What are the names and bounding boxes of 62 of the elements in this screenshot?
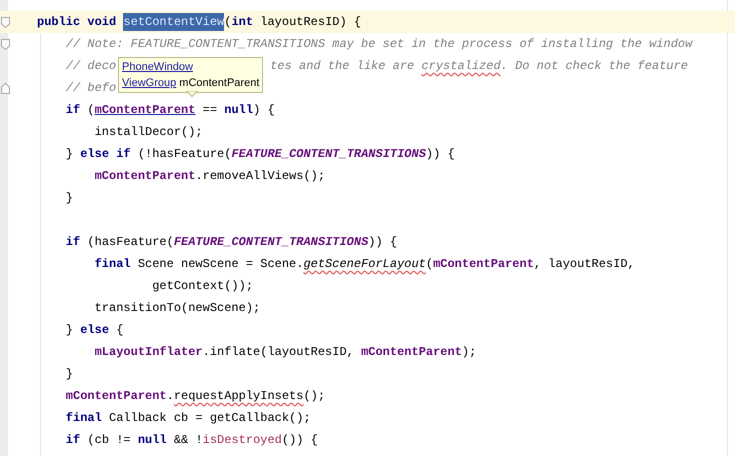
code-comment: // deco	[64, 58, 116, 75]
code-text: }	[64, 322, 74, 339]
tooltip-link[interactable]: PhoneWindow	[122, 59, 193, 75]
code-text: Scene newScene = Scene.	[136, 256, 304, 273]
code-text: ) {	[253, 102, 275, 119]
code-text: installDecor();	[94, 124, 203, 141]
code-keyword: else	[80, 322, 110, 339]
code-keyword: null	[138, 432, 167, 449]
code-keyword: if	[64, 234, 80, 251]
code-text: )) {	[368, 234, 398, 251]
code-text: }	[64, 366, 74, 383]
code-text: Callback cb = getCallback();	[108, 410, 311, 427]
code-text: }	[64, 190, 74, 207]
code-keyword: null	[224, 102, 254, 119]
code-text: (hasFeature(	[86, 234, 174, 251]
code-text: requestApplyInsets	[174, 388, 304, 405]
code-field: mLayoutInflater	[37, 343, 203, 361]
code-comment: // Note: FEATURE_CONTENT_TRANSITIONS may be set in the process of installing the window	[64, 36, 692, 53]
code-field: mContentParent	[433, 255, 534, 273]
code-text: layoutResID) {	[259, 14, 362, 31]
code-field: mContentParent	[37, 387, 167, 405]
code-constant: FEATURE_CONTENT_TRANSITIONS	[231, 146, 426, 163]
code-keyword: final	[94, 256, 131, 273]
code-keyword: if	[64, 432, 80, 449]
selected-text: setContentView	[123, 13, 224, 31]
code-text: , layoutResID,	[534, 256, 635, 273]
code-text: .	[166, 388, 174, 405]
code-text: transitionTo(newScene);	[94, 300, 260, 317]
code-keyword: final	[64, 410, 102, 427]
fold-marker-icon[interactable]	[1, 16, 10, 28]
code-text: (	[224, 14, 232, 31]
code-keyword: else if	[80, 146, 131, 163]
code-method: getSceneForLayout	[303, 256, 426, 273]
code-text: (	[86, 102, 95, 119]
code-text: getContext());	[151, 278, 254, 295]
code-method: isDestroyed	[202, 432, 282, 449]
code-keyword: if	[64, 102, 80, 119]
code-comment: // befo	[64, 80, 116, 97]
fold-marker-icon[interactable]	[1, 38, 10, 50]
code-text: {	[115, 322, 124, 339]
code-text: .inflate(layoutResID,	[202, 344, 355, 361]
code-keyword: public void	[37, 14, 118, 31]
code-text: ();	[303, 388, 326, 405]
code-field: mContentParent	[37, 167, 196, 185]
code-keyword: int	[231, 14, 254, 31]
code-comment: crystalized	[421, 58, 501, 75]
code-text: (!hasFeature(	[136, 146, 232, 163]
code-text: (	[426, 256, 434, 273]
code-field: mContentParent	[361, 343, 462, 361]
code-text: }	[64, 146, 74, 163]
code-text: .removeAllViews();	[195, 168, 326, 185]
code-constant: FEATURE_CONTENT_TRANSITIONS	[174, 234, 368, 251]
tooltip-link[interactable]: ViewGroup	[122, 75, 176, 91]
code-text: (cb !=	[86, 432, 132, 449]
code-comment: tes and the like are	[270, 58, 416, 75]
code-text: ==	[202, 102, 218, 119]
tooltip-text: mContentParent	[178, 76, 260, 91]
code-text: );	[462, 344, 476, 361]
code-comment: . Do not check the feature	[500, 58, 688, 75]
code-text: ()) {	[282, 432, 318, 449]
code-text: )) {	[426, 146, 455, 163]
code-text: && !	[172, 432, 203, 449]
